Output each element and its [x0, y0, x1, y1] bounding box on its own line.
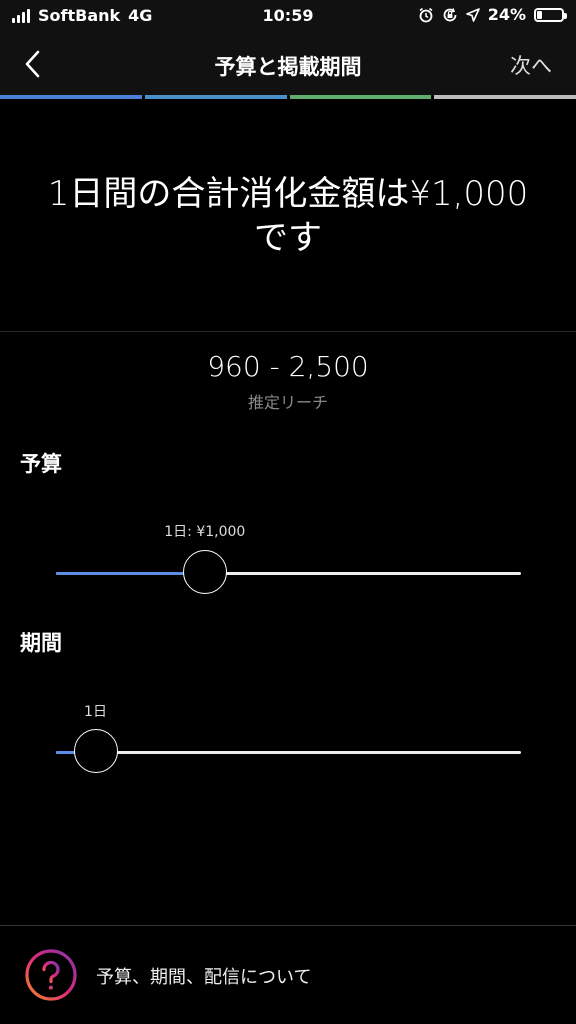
step-progress: [0, 95, 576, 99]
status-right: 24%: [418, 5, 567, 24]
help-text: 予算、期間、配信について: [96, 967, 312, 988]
estimated-reach-value: 960 - 2,500: [207, 350, 369, 383]
question-mark-icon: [25, 949, 77, 1001]
progress-step-2: [144, 95, 287, 99]
progress-step-1: [0, 95, 142, 99]
divider: [0, 331, 576, 332]
next-button[interactable]: 次へ: [510, 50, 552, 80]
location-icon: [465, 7, 480, 22]
status-bar: SoftBank 4G 10:59 24%: [0, 0, 576, 32]
duration-title: 期間: [20, 631, 62, 655]
budget-slider-label: 1日: ¥1,000: [164, 524, 246, 540]
daily-spend-summary: 1日間の合計消化金額は¥1,000 です: [20, 172, 556, 260]
screen-rotation-lock-icon: [443, 7, 457, 21]
duration-slider-label: 1日: [84, 704, 107, 720]
help-row[interactable]: 予算、期間、配信について: [0, 926, 576, 1024]
battery-icon: [534, 7, 567, 22]
page-title: 予算と掲載期間: [214, 55, 362, 79]
duration-slider[interactable]: [56, 728, 521, 776]
slider-thumb[interactable]: [182, 550, 227, 594]
summary-line-2: です: [254, 218, 322, 258]
slider-thumb[interactable]: [73, 729, 118, 773]
budget-slider[interactable]: [56, 549, 521, 597]
battery-level: [537, 10, 542, 19]
estimated-reach-label: 推定リーチ: [247, 393, 328, 412]
progress-step-4: [434, 95, 576, 99]
summary-line-1: 1日間の合計消化金額は¥1,000: [47, 174, 529, 214]
nav-bar: 予算と掲載期間 次へ: [0, 32, 576, 96]
slider-track: [56, 751, 521, 754]
budget-title: 予算: [20, 452, 62, 476]
progress-step-3: [289, 95, 432, 99]
battery-percent: 24%: [487, 5, 526, 24]
alarm-icon: [419, 7, 433, 22]
